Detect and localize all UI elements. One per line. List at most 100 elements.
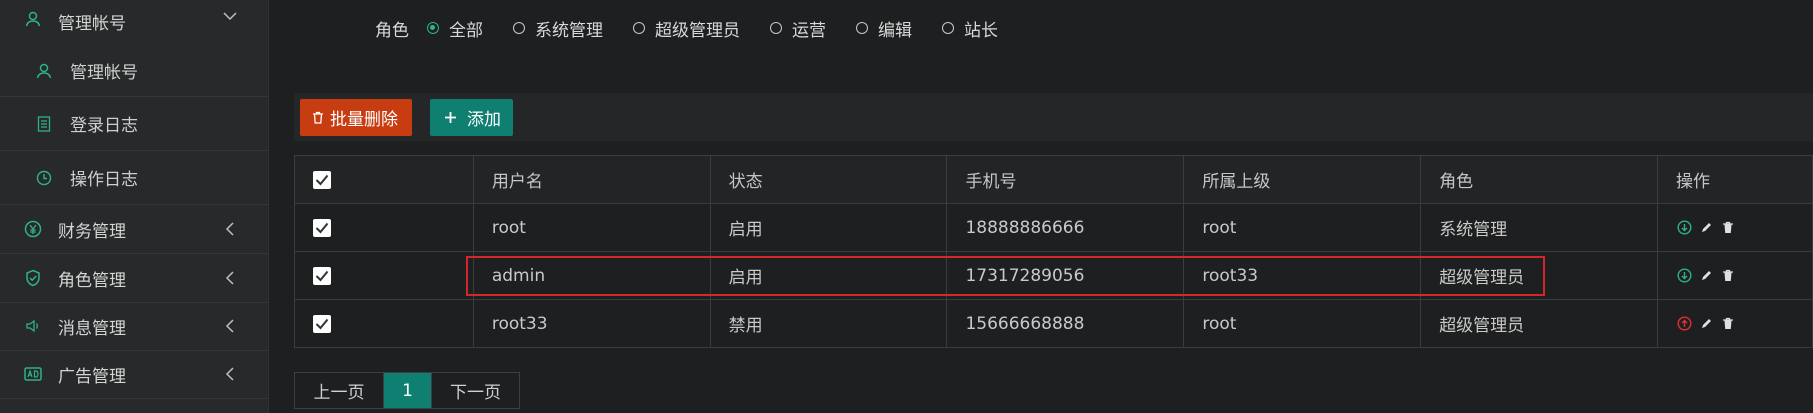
role-filter: 角色 全部 系统管理 超级管理员 运营 编辑 站长 xyxy=(375,14,1028,42)
chevron-left-icon[interactable] xyxy=(222,221,238,237)
chevron-left-icon[interactable] xyxy=(222,318,238,334)
add-label: 添加 xyxy=(467,110,501,130)
sidebar-item-label: 财务管理 xyxy=(58,221,126,242)
sidebar-subitem-operation-log[interactable]: 操作日志 xyxy=(0,151,268,205)
row-select-cell xyxy=(294,251,474,300)
sidebar-item-roles[interactable]: 角色管理 xyxy=(0,254,268,303)
cell-role: 系统管理 xyxy=(1420,203,1659,252)
select-all-checkbox[interactable] xyxy=(313,170,331,189)
batch-delete-label: 批量删除 xyxy=(330,110,398,130)
chevron-left-icon[interactable] xyxy=(222,366,238,382)
trash-icon xyxy=(312,111,324,124)
column-header-username: 用户名 xyxy=(472,155,711,204)
table-row: root 启用 18888886666 root 系统管理 xyxy=(294,203,1813,252)
cell-status: 禁用 xyxy=(709,299,948,348)
radio-label: 超级管理员 xyxy=(655,20,740,41)
sidebar-item-finance[interactable]: 财务管理 xyxy=(0,205,268,254)
page-1-button[interactable]: 1 xyxy=(384,373,431,408)
yen-icon xyxy=(22,218,44,240)
radio-icon[interactable] xyxy=(513,22,525,34)
ad-icon xyxy=(22,363,44,385)
edit-icon[interactable] xyxy=(1698,268,1714,284)
role-radio-all[interactable]: 全部 xyxy=(427,16,483,41)
row-checkbox[interactable] xyxy=(313,266,331,285)
cell-status: 启用 xyxy=(709,251,948,300)
column-header-role: 角色 xyxy=(1420,155,1659,204)
radio-icon[interactable] xyxy=(856,22,868,34)
speaker-icon xyxy=(22,315,44,337)
cell-parent: root xyxy=(1183,203,1422,252)
batch-delete-button[interactable]: 批量删除 xyxy=(300,99,412,136)
cell-phone: 18888886666 xyxy=(946,203,1185,252)
row-checkbox[interactable] xyxy=(313,218,331,237)
radio-checked-icon[interactable] xyxy=(427,22,439,34)
cell-actions xyxy=(1657,251,1813,300)
chevron-left-icon[interactable] xyxy=(222,270,238,286)
prev-page-button[interactable]: 上一页 xyxy=(295,373,384,408)
table-row: root33 禁用 15666668888 root 超级管理员 xyxy=(294,299,1813,348)
cell-username: admin xyxy=(472,251,711,300)
sidebar-subitem-label: 操作日志 xyxy=(70,170,138,190)
sidebar-item-label: 消息管理 xyxy=(58,318,126,339)
row-select-cell xyxy=(294,299,474,348)
cell-status: 启用 xyxy=(709,203,948,252)
role-radio-super-admin[interactable]: 超级管理员 xyxy=(633,16,740,41)
user-icon xyxy=(34,61,54,81)
column-header-status: 状态 xyxy=(709,155,948,204)
radio-icon[interactable] xyxy=(942,22,954,34)
sidebar-subitem-login-log[interactable]: 登录日志 xyxy=(0,97,268,151)
cell-parent: root33 xyxy=(1183,251,1422,300)
radio-label: 系统管理 xyxy=(535,20,603,41)
row-checkbox[interactable] xyxy=(313,314,331,333)
radio-label: 编辑 xyxy=(878,20,912,41)
cell-username: root33 xyxy=(472,299,711,348)
sidebar-group-admin-accounts[interactable]: 管理帐号 xyxy=(0,0,268,38)
radio-label: 站长 xyxy=(964,20,998,41)
plus-icon xyxy=(444,111,457,124)
download-icon[interactable] xyxy=(1676,268,1692,284)
row-select-cell xyxy=(294,203,474,252)
clock-icon xyxy=(34,168,54,188)
chevron-down-icon[interactable] xyxy=(222,8,238,24)
cell-phone: 17317289056 xyxy=(946,251,1185,300)
add-button[interactable]: 添加 xyxy=(430,99,513,136)
role-radio-operations[interactable]: 运营 xyxy=(770,16,826,41)
table-row: admin 启用 17317289056 root33 超级管理员 xyxy=(294,251,1813,300)
sidebar-subitem-label: 管理帐号 xyxy=(70,63,138,83)
cell-role: 超级管理员 xyxy=(1420,251,1659,300)
sidebar-subitem-admin-accounts[interactable]: 管理帐号 xyxy=(0,45,268,97)
edit-icon[interactable] xyxy=(1698,220,1714,236)
edit-icon[interactable] xyxy=(1698,316,1714,332)
column-header-parent: 所属上级 xyxy=(1183,155,1422,204)
upload-icon[interactable] xyxy=(1676,316,1692,332)
sidebar-item-label: 广告管理 xyxy=(58,366,126,387)
radio-icon[interactable] xyxy=(770,22,782,34)
sidebar-item-label: 角色管理 xyxy=(58,270,126,291)
sidebar-item-ads[interactable]: 广告管理 xyxy=(0,350,268,399)
cell-phone: 15666668888 xyxy=(946,299,1185,348)
sidebar-subitem-label: 登录日志 xyxy=(70,116,138,136)
delete-icon[interactable] xyxy=(1720,316,1736,332)
sidebar-item-messages[interactable]: 消息管理 xyxy=(0,302,268,351)
shield-check-icon xyxy=(22,267,44,289)
select-all-cell xyxy=(294,155,474,204)
document-icon xyxy=(34,114,54,134)
sidebar: 管理帐号 管理帐号 登录日志 操作日志 财务管理 角色管理 消息管理 广告管理 xyxy=(0,0,269,413)
role-radio-system-admin[interactable]: 系统管理 xyxy=(513,16,603,41)
radio-icon[interactable] xyxy=(633,22,645,34)
role-radio-editor[interactable]: 编辑 xyxy=(856,16,912,41)
role-radio-webmaster[interactable]: 站长 xyxy=(942,16,998,41)
cell-username: root xyxy=(472,203,711,252)
radio-label: 全部 xyxy=(449,20,483,41)
user-icon xyxy=(22,8,44,30)
next-page-button[interactable]: 下一页 xyxy=(431,373,519,408)
delete-icon[interactable] xyxy=(1720,268,1736,284)
delete-icon[interactable] xyxy=(1720,220,1736,236)
cell-actions xyxy=(1657,203,1813,252)
pagination: 上一页 1 下一页 xyxy=(294,372,520,409)
accounts-table: 用户名 状态 手机号 所属上级 角色 操作 root 启用 1888888666… xyxy=(294,155,1813,348)
toolbar: 批量删除 添加 xyxy=(294,93,1813,141)
cell-parent: root xyxy=(1183,299,1422,348)
download-icon[interactable] xyxy=(1676,220,1692,236)
radio-label: 运营 xyxy=(792,20,826,41)
